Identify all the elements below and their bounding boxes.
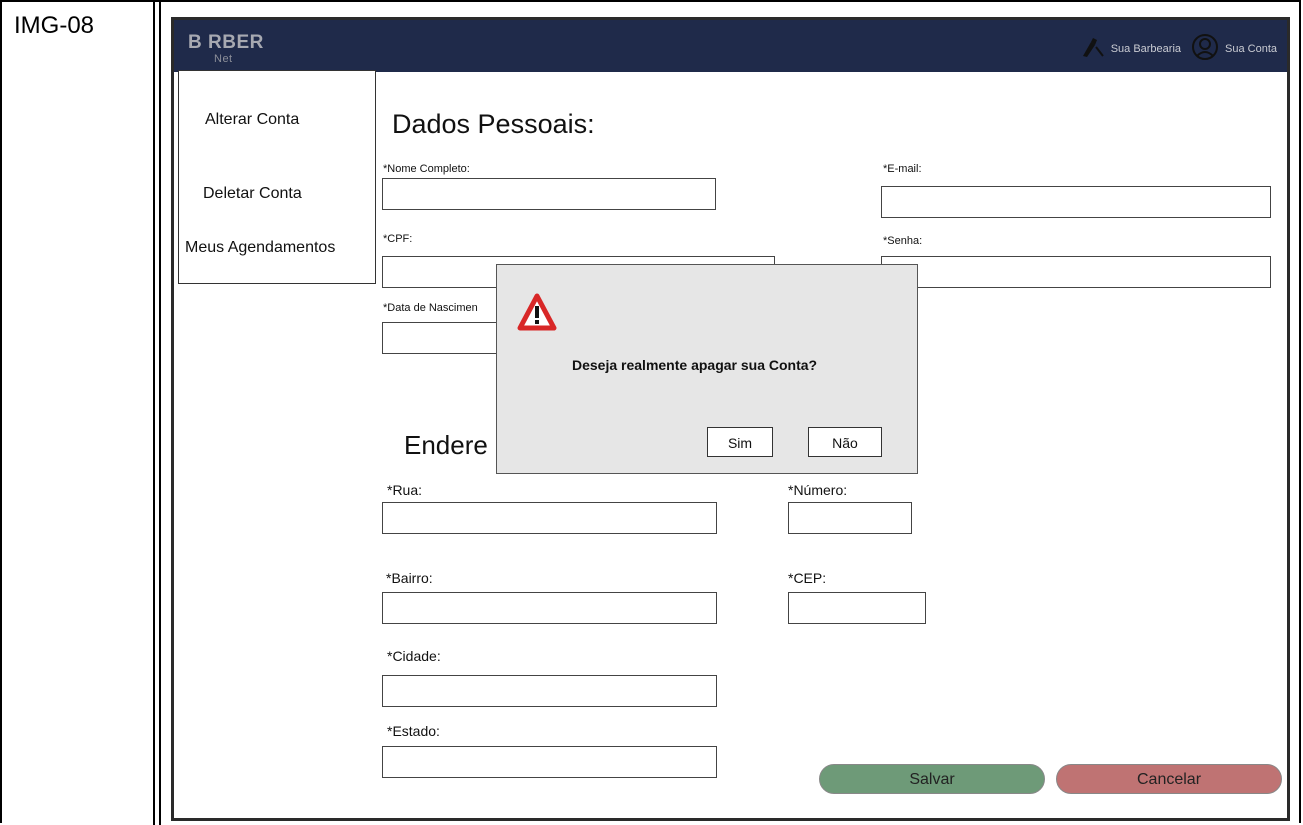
cep-input[interactable] [788,592,926,624]
name-label: *Nome Completo: [383,163,470,175]
image-id-label: IMG-08 [14,12,95,39]
nav-barbershop-label: Sua Barbearia [1110,42,1182,55]
logo-subtext: Net [214,53,233,65]
razor-icon [1079,36,1105,61]
name-input[interactable] [382,178,716,210]
number-label: *Número: [788,482,848,498]
birthdate-input[interactable] [382,322,502,354]
number-input[interactable] [788,502,912,534]
state-label: *Estado: [387,723,440,739]
cancel-button[interactable]: Cancelar [1056,764,1282,794]
save-button[interactable]: Salvar [819,764,1045,794]
nav-account-label: Sua Conta [1225,42,1277,55]
street-label: *Rua: [387,482,423,498]
email-label: *E-mail: [883,163,922,175]
table-column-divider [153,0,155,825]
district-input[interactable] [382,592,717,624]
street-input[interactable] [382,502,717,534]
logo-text: B RBER [188,32,264,53]
password-input[interactable] [881,256,1271,288]
dialog-yes-button[interactable]: Sim [707,427,773,457]
district-label: *Bairro: [386,570,433,586]
cpf-label: *CPF: [383,233,413,245]
barbernet-logo[interactable]: B RBER Net [188,32,264,65]
email-input[interactable] [881,186,1271,218]
top-navbar: B RBER Net Sua Barbearia Sua Conta [174,20,1287,72]
password-label: *Senha: [883,235,923,247]
dialog-no-button[interactable]: Não [808,427,882,457]
address-title: Endere [404,430,488,460]
cep-label: *CEP: [788,570,827,586]
account-sidebar: Alterar Conta Deletar Conta Meus Agendam… [178,70,376,284]
warning-icon [517,293,557,336]
personal-data-title: Dados Pessoais: [392,109,595,139]
city-input[interactable] [382,675,717,707]
delete-confirm-dialog: Deseja realmente apagar sua Conta? Sim N… [496,264,918,474]
sidebar-item-deletar-conta[interactable]: Deletar Conta [203,185,302,203]
state-input[interactable] [382,746,717,778]
sidebar-item-meus-agendamentos[interactable]: Meus Agendamentos [185,239,335,257]
table-column-divider-inner [159,0,161,825]
nav-right-group: Sua Barbearia Sua Conta [1069,33,1277,64]
dialog-message: Deseja realmente apagar sua Conta? [572,357,818,373]
user-icon [1191,33,1219,64]
nav-account-link[interactable]: Sua Conta [1191,33,1277,64]
sidebar-item-alterar-conta[interactable]: Alterar Conta [205,111,299,129]
nav-barbershop-link[interactable]: Sua Barbearia [1079,36,1181,61]
birthdate-label: *Data de Nascimen [383,302,478,314]
city-label: *Cidade: [387,648,441,664]
